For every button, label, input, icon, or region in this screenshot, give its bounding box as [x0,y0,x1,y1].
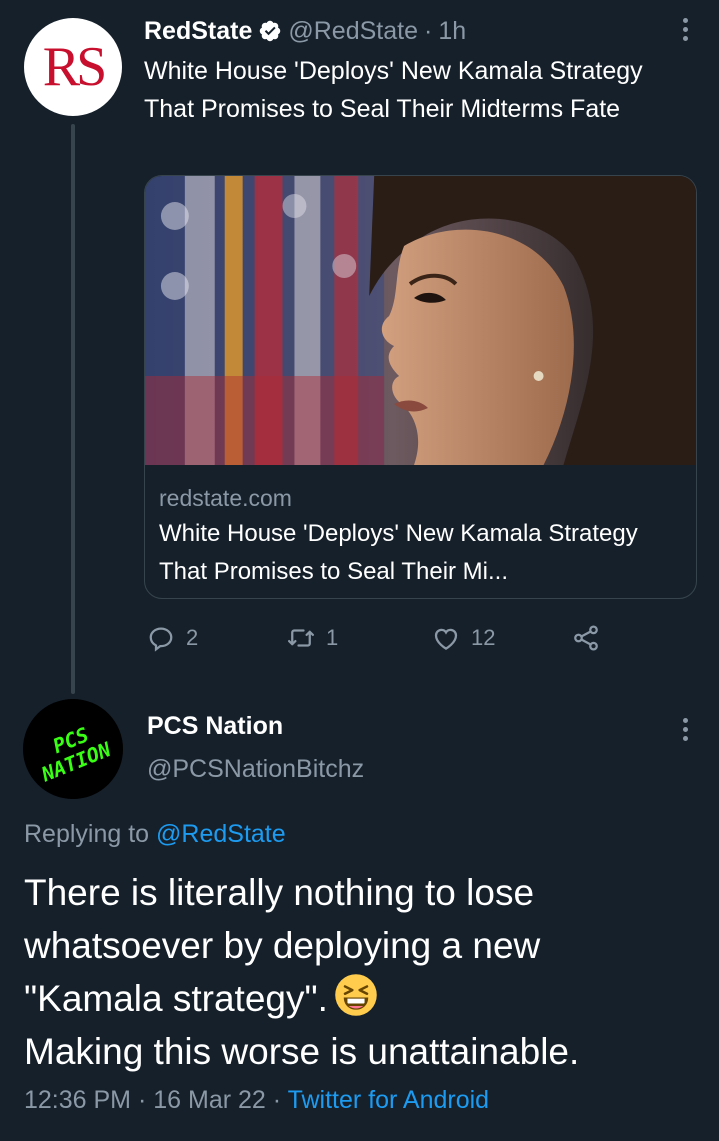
link-preview-card[interactable]: redstate.com White House 'Deploys' New K… [144,175,697,599]
tweet-source-link[interactable]: Twitter for Android [288,1086,489,1114]
meta-separator: · [137,1086,147,1114]
retweet-button[interactable]: 1 [286,623,431,653]
tweet-date[interactable]: 16 Mar 22 [153,1086,266,1114]
retweet-count: 1 [326,625,339,650]
more-options-icon[interactable] [681,718,689,741]
replying-to: Replying to @RedState [24,820,286,849]
tweet-text-line-with-emoji: "Kamala strategy". [24,972,704,1025]
tweet-text-line: "Kamala strategy". [24,978,328,1019]
tweet-time[interactable]: 1h [438,17,466,46]
tweet-meta: 12:36 PM · 16 Mar 22 · Twitter for Andro… [24,1086,489,1115]
more-options-icon[interactable] [681,18,689,41]
grinning-squinting-face-emoji [335,974,377,1016]
card-title: White House 'Deploys' New Kamala Strateg… [159,520,638,585]
card-domain: redstate.com [159,485,292,511]
tweet1-action-bar: 2 1 12 [146,620,601,656]
meta-separator: · [272,1086,282,1114]
author-handle[interactable]: @PCSNationBitchz [147,755,364,784]
verified-badge-icon [260,20,281,42]
avatar-logo-text: RS [42,36,107,98]
retweet-icon [288,629,314,647]
header-separator: · [424,16,433,45]
thread-connector-line [71,124,75,694]
tweet-text-line: whatsoever by deploying a new [24,925,541,966]
tweet-time[interactable]: 12:36 PM [24,1086,131,1114]
pcs-nation-avatar[interactable]: PCS NATION [23,699,123,799]
like-button[interactable]: 12 [431,623,571,653]
replying-prefix: Replying to [24,820,150,848]
reply-icon [149,627,173,652]
author-name[interactable]: RedState [144,17,252,46]
share-button[interactable] [571,623,601,653]
heart-icon [434,628,458,650]
tweet-text-line: There is literally nothing to lose [24,872,535,913]
tweet1-header: RedState @RedState · 1h [144,14,466,48]
replying-handle-link[interactable]: @RedState [156,820,286,848]
reply-button[interactable]: 2 [146,623,286,653]
article-image [145,176,696,465]
share-icon [574,625,598,651]
reply-count: 2 [186,625,199,650]
like-count: 12 [471,625,496,650]
redstate-avatar[interactable]: RS [24,18,122,116]
tweet2-text: There is literally nothing to lose whats… [24,866,704,1078]
timeline: RS RedState @RedState · 1h White House '… [0,0,719,1141]
author-handle[interactable]: @RedState [288,17,418,46]
author-name[interactable]: PCS Nation [147,712,283,741]
tweet-text-line: Making this worse is unattainable. [24,1031,580,1072]
tweet1-text: White House 'Deploys' New Kamala Strateg… [144,57,643,123]
